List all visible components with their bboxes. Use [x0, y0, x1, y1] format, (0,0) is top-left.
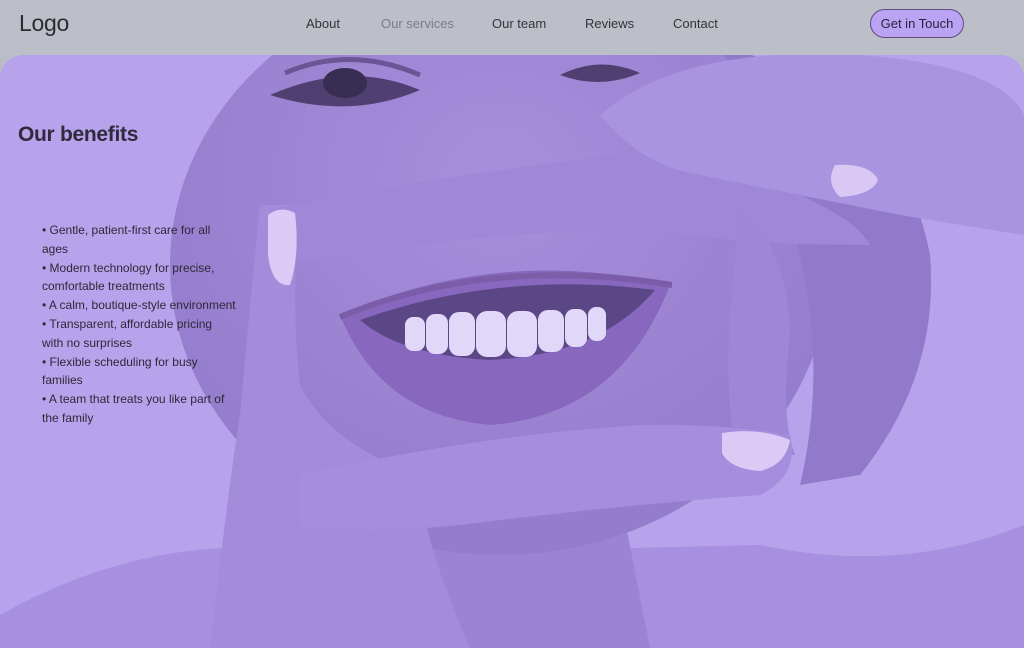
- benefit-item: • Flexible scheduling for busy families: [42, 354, 198, 388]
- benefits-hero: Our benefits • Gentle, patient-first car…: [0, 55, 1024, 648]
- nav-link-contact[interactable]: Contact: [673, 16, 718, 31]
- benefits-list: • Gentle, patient-first care for all age…: [42, 221, 236, 428]
- benefit-item: • Modern technology for precise, comfort…: [42, 260, 215, 294]
- section-title: Our benefits: [18, 123, 139, 146]
- site-header: Logo About Our services Our team Reviews…: [0, 0, 1024, 56]
- benefit-item: • Transparent, affordable pricing with n…: [42, 316, 213, 350]
- nav-link-reviews[interactable]: Reviews: [585, 16, 634, 31]
- benefit-item: • A calm, boutique-style environment: [42, 298, 236, 313]
- nav-link-about[interactable]: About: [306, 16, 340, 31]
- benefit-item: • Gentle, patient-first care for all age…: [42, 223, 211, 256]
- get-in-touch-button[interactable]: Get in Touch: [870, 9, 964, 38]
- nav-link-our-team[interactable]: Our team: [492, 16, 546, 31]
- benefit-item: • A team that treats you like part of th…: [42, 392, 225, 425]
- nav-link-our-services[interactable]: Our services: [381, 16, 454, 31]
